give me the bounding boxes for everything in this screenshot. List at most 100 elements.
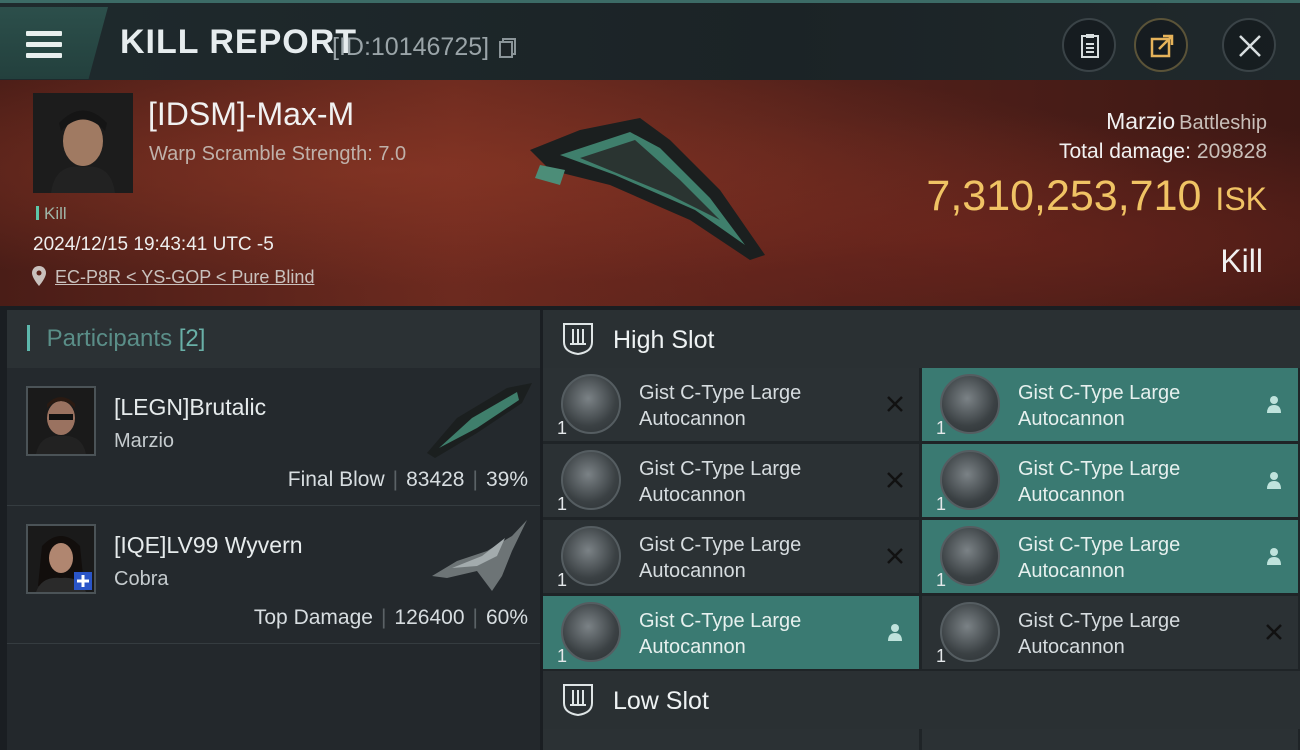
result-label: Kill	[1220, 243, 1263, 279]
person-icon	[1267, 396, 1281, 413]
participants-panel: Participants [2] [LEGN]Brutalic Marzio F…	[7, 310, 540, 750]
autocannon-icon	[940, 374, 1000, 434]
close-icon	[1239, 35, 1261, 57]
low-slot-header: Low Slot	[543, 671, 1300, 729]
high-slot-header: High Slot	[543, 310, 1300, 368]
high-slot-icon	[563, 323, 593, 356]
autocannon-icon	[561, 526, 621, 586]
top-bar: KILL REPORT [ID:10146725]	[0, 0, 1300, 80]
module-name: Gist C-Type Large Autocannon	[639, 534, 802, 582]
share-icon	[1150, 34, 1174, 58]
attacker-avatar[interactable]	[26, 524, 96, 594]
attacker-ship-image	[427, 383, 532, 458]
autocannon-icon	[940, 526, 1000, 586]
low-slot-title: Low Slot	[613, 687, 709, 715]
module-quantity: 1	[936, 570, 947, 590]
module-item[interactable]: 1 Gist C-Type Large Autocannon	[922, 444, 1298, 517]
attacker-ship: Marzio	[114, 430, 175, 452]
module-name: Gist C-Type Large Autocannon	[639, 382, 802, 430]
autocannon-icon	[561, 602, 621, 662]
copy-icon[interactable]	[499, 38, 516, 58]
attacker-stats: Final Blow | 83428 | 39%	[287, 468, 528, 491]
module-name: Gist C-Type Large Autocannon	[1018, 458, 1181, 506]
attacker-damage: 126400	[394, 606, 465, 629]
autocannon-icon	[561, 374, 621, 434]
high-slot-grid: 1 Gist C-Type Large Autocannon 1 Gist C-…	[543, 368, 1300, 669]
attacker-ship: Cobra	[114, 568, 169, 590]
clipboard-icon	[1081, 34, 1099, 58]
autocannon-icon	[940, 450, 1000, 510]
low-slot-icon	[563, 684, 593, 717]
module-name: Gist C-Type Large Autocannon	[1018, 382, 1181, 430]
attacker-percent: 60%	[485, 606, 528, 629]
attacker-ship-image	[432, 520, 527, 591]
low-slot-grid	[543, 729, 1300, 750]
x-mark-icon	[887, 472, 903, 488]
menu-button[interactable]	[0, 7, 108, 79]
module-name: Gist C-Type Large Autocannon	[639, 610, 802, 658]
module-quantity: 1	[557, 494, 568, 514]
attacker-row[interactable]: [IQE]LV99 Wyvern Cobra Top Damage | 126400…	[7, 506, 540, 644]
attacker-damage: 83428	[406, 468, 465, 491]
high-slot-title: High Slot	[613, 326, 715, 354]
module-item[interactable]: 1 Gist C-Type Large Autocannon	[543, 520, 919, 593]
module-item[interactable]: 1 Gist C-Type Large Autocannon	[922, 520, 1298, 593]
attacker-avatar[interactable]	[26, 386, 96, 456]
module-name: Gist C-Type Large Autocannon	[639, 458, 802, 506]
person-icon	[1267, 472, 1281, 489]
kill-tag: Kill	[36, 204, 67, 224]
page-title: KILL REPORT	[120, 23, 358, 61]
attacker-name: [LEGN]Brutalic	[114, 394, 267, 420]
module-name: Gist C-Type Large Autocannon	[1018, 610, 1181, 658]
battleship-image	[530, 118, 765, 260]
x-mark-icon	[887, 548, 903, 564]
person-icon	[1267, 548, 1281, 565]
isk-amount: 7,310,253,710	[926, 172, 1202, 220]
attacker-percent: 39%	[485, 468, 528, 491]
participants-label: Participants	[46, 325, 173, 352]
total-damage-value: 209828	[1196, 140, 1267, 163]
victim-banner: [IDSM]-Max-M Warp Scramble Strength: 7.0…	[0, 80, 1300, 306]
victim-ship: Marzio Battleship	[1106, 108, 1267, 135]
module-item[interactable]: 1 Gist C-Type Large Autocannon	[543, 368, 919, 441]
location-pin-icon	[32, 266, 46, 286]
attacker-stats: Top Damage | 126400 | 60%	[253, 606, 528, 629]
participants-count: [2]	[178, 325, 206, 352]
module-item[interactable]: 1 Gist C-Type Large Autocannon	[543, 444, 919, 517]
victim-ship-class: Battleship	[1179, 112, 1267, 134]
pilot-avatar-icon	[28, 526, 94, 592]
person-icon	[888, 624, 902, 641]
share-button[interactable]	[1134, 18, 1188, 72]
x-mark-icon	[887, 396, 903, 412]
total-damage-label: Total damage:	[1059, 140, 1191, 163]
warp-scramble-strength: Warp Scramble Strength: 7.0	[149, 143, 407, 165]
victim-portrait[interactable]	[33, 93, 133, 193]
module-item[interactable]: 1 Gist C-Type Large Autocannon	[543, 596, 919, 669]
isk-value: 7,310,253,710 ISK	[926, 172, 1267, 221]
clipboard-button[interactable]	[1062, 18, 1116, 72]
attacker-role: Final Blow	[287, 468, 385, 491]
report-id: [ID:10146725]	[332, 33, 490, 61]
module-quantity: 1	[936, 418, 947, 438]
pilot-avatar-icon	[33, 93, 133, 193]
module-quantity: 1	[557, 418, 568, 438]
module-quantity: 1	[557, 570, 568, 590]
module-quantity: 1	[936, 494, 947, 514]
module-item[interactable]	[922, 729, 1298, 750]
module-item[interactable]: 1 Gist C-Type Large Autocannon	[922, 596, 1298, 669]
location-link[interactable]: EC-P8R < YS-GOP < Pure Blind	[55, 267, 314, 288]
module-quantity: 1	[557, 646, 568, 666]
victim-name: [IDSM]-Max-M	[148, 96, 355, 132]
pilot-avatar-icon	[28, 388, 94, 454]
total-damage: Total damage: 209828	[1059, 140, 1267, 164]
module-name: Gist C-Type Large Autocannon	[1018, 534, 1181, 582]
participants-header[interactable]: Participants [2]	[7, 310, 540, 368]
attacker-row[interactable]: [LEGN]Brutalic Marzio Final Blow | 83428 | 3…	[7, 368, 540, 506]
close-button[interactable]	[1222, 18, 1276, 72]
x-mark-icon	[1266, 624, 1282, 640]
attacker-name: [IQE]LV99 Wyvern	[114, 532, 303, 558]
module-item[interactable]	[543, 729, 919, 750]
module-item[interactable]: 1 Gist C-Type Large Autocannon	[922, 368, 1298, 441]
isk-unit: ISK	[1215, 181, 1267, 217]
victim-ship-name: Marzio	[1106, 108, 1176, 134]
